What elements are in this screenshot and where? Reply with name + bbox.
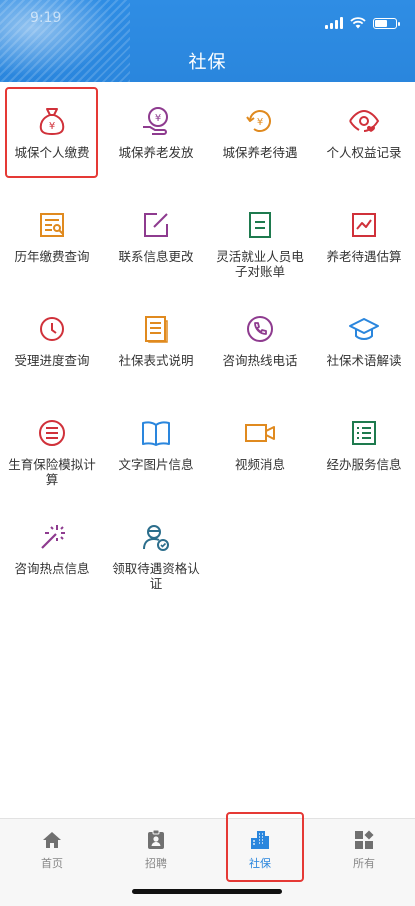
- menu-item-form-description[interactable]: 社保表式说明: [104, 290, 208, 394]
- menu-item-flexible-employment-statement[interactable]: 灵活就业人员电子对账单: [208, 186, 312, 290]
- pension-issue-icon: ¥: [139, 104, 173, 138]
- menu-label: 咨询热点信息: [14, 561, 90, 576]
- page-title: 社保: [188, 52, 227, 73]
- checklist-icon: [347, 416, 381, 450]
- status-time: 9:19: [30, 10, 62, 26]
- menu-item-hotline[interactable]: 咨询热线电话: [208, 290, 312, 394]
- menu-label: 个人权益记录: [326, 145, 402, 160]
- badge-icon: [148, 829, 164, 849]
- book-icon: [139, 416, 173, 450]
- user-verify-icon: [139, 520, 173, 554]
- menu-label: 生育保险模拟计算: [8, 457, 96, 487]
- graduation-cap-icon: [347, 312, 381, 346]
- menu-label: 文字图片信息: [118, 457, 194, 472]
- menu-item-video-message[interactable]: 视频消息: [208, 394, 312, 498]
- clock-icon: [35, 312, 69, 346]
- video-icon: [243, 416, 277, 450]
- svg-text:¥: ¥: [49, 121, 55, 132]
- tab-label: 首页: [41, 857, 63, 870]
- menu-item-progress-query[interactable]: 受理进度查询: [0, 290, 104, 394]
- battery-icon: [373, 17, 400, 29]
- status-icons: [325, 16, 400, 30]
- home-icon: [43, 832, 61, 848]
- menu-label: 灵活就业人员电子对账单: [216, 249, 304, 279]
- pension-benefit-icon: ¥: [243, 104, 277, 138]
- menu-label: 社保术语解读: [326, 353, 402, 368]
- menu-label: 经办服务信息: [326, 457, 402, 472]
- app-header: 9:19 社保: [0, 0, 415, 82]
- menu-item-pension-benefit[interactable]: ¥ 城保养老待遇: [208, 82, 312, 186]
- menu-item-hot-topics[interactable]: 咨询热点信息: [0, 498, 104, 602]
- phone-icon: [243, 312, 277, 346]
- menu-label: 养老待遇估算: [326, 249, 402, 264]
- menu-item-benefit-qualification[interactable]: 领取待遇资格认证: [104, 498, 208, 602]
- menu-item-text-image-info[interactable]: 文字图片信息: [104, 394, 208, 498]
- menu-label: 社保表式说明: [118, 353, 194, 368]
- svg-text:¥: ¥: [257, 117, 263, 128]
- money-bag-icon: ¥: [35, 104, 69, 138]
- edit-icon: [139, 208, 173, 242]
- svg-text:¥: ¥: [155, 113, 161, 124]
- tab-all[interactable]: 所有: [312, 829, 415, 871]
- menu-item-city-personal-payment[interactable]: ¥ 城保个人缴费: [0, 82, 104, 186]
- menu-label: 咨询热线电话: [222, 353, 298, 368]
- magic-wand-icon: [35, 520, 69, 554]
- menu-item-pension-estimate[interactable]: 养老待遇估算: [312, 186, 415, 290]
- menu-label: 领取待遇资格认证: [112, 561, 200, 591]
- menu-label: 城保养老待遇: [222, 145, 298, 160]
- list-circle-icon: [35, 416, 69, 450]
- menu-label: 城保个人缴费: [14, 145, 90, 160]
- eye-heart-icon: [347, 104, 381, 138]
- tab-home[interactable]: 首页: [0, 829, 104, 871]
- signal-icon: [325, 17, 343, 29]
- menu-item-pension-issue[interactable]: ¥ 城保养老发放: [104, 82, 208, 186]
- menu-label: 视频消息: [234, 457, 285, 472]
- menu-item-contact-info-change[interactable]: 联系信息更改: [104, 186, 208, 290]
- menu-item-personal-rights-record[interactable]: 个人权益记录: [312, 82, 415, 186]
- wifi-icon: [350, 17, 366, 29]
- payment-history-icon: [35, 208, 69, 242]
- home-indicator: [132, 889, 282, 894]
- menu-label: 城保养老发放: [118, 145, 194, 160]
- statement-icon: [243, 208, 277, 242]
- menu-item-terminology[interactable]: 社保术语解读: [312, 290, 415, 394]
- menu-label: 历年缴费查询: [14, 249, 90, 264]
- tab-recruitment[interactable]: 招聘: [104, 829, 208, 871]
- menu-item-service-info[interactable]: 经办服务信息: [312, 394, 415, 498]
- menu-item-maternity-calculation[interactable]: 生育保险模拟计算: [0, 394, 104, 498]
- menu-label: 受理进度查询: [14, 353, 90, 368]
- tab-label: 所有: [353, 857, 375, 870]
- document-icon: [139, 312, 173, 346]
- menu-label: 联系信息更改: [118, 249, 194, 264]
- chart-estimate-icon: [347, 208, 381, 242]
- menu-item-payment-history[interactable]: 历年缴费查询: [0, 186, 104, 290]
- highlight-box-social-security-tab: [226, 812, 304, 882]
- tab-label: 招聘: [145, 857, 167, 870]
- apps-icon: [355, 830, 374, 849]
